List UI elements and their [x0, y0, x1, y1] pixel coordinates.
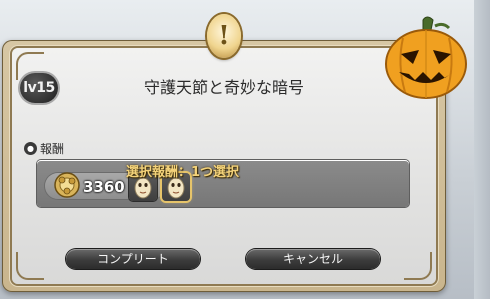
complete-button[interactable]: コンプリート	[66, 249, 200, 269]
level-badge: lv15	[20, 73, 58, 103]
gil-coin-icon	[54, 172, 80, 198]
reward-icon: ●	[24, 141, 37, 155]
cancel-button[interactable]: キャンセル	[246, 249, 380, 269]
reward-choose-label: 選択報酬：1つ選択	[126, 165, 240, 180]
jack-o-lantern-icon	[385, 16, 467, 99]
quest-exclamation-icon: !	[207, 14, 241, 58]
quest-title: 守護天節と奇妙な暗号	[143, 78, 304, 97]
frame-ornament	[16, 252, 44, 280]
reward-header: ● 報酬	[24, 140, 64, 156]
gil-amount: 3360	[83, 178, 125, 196]
reward-label: 報酬	[40, 141, 65, 156]
background-edge	[474, 0, 490, 299]
frame-ornament	[404, 252, 432, 280]
